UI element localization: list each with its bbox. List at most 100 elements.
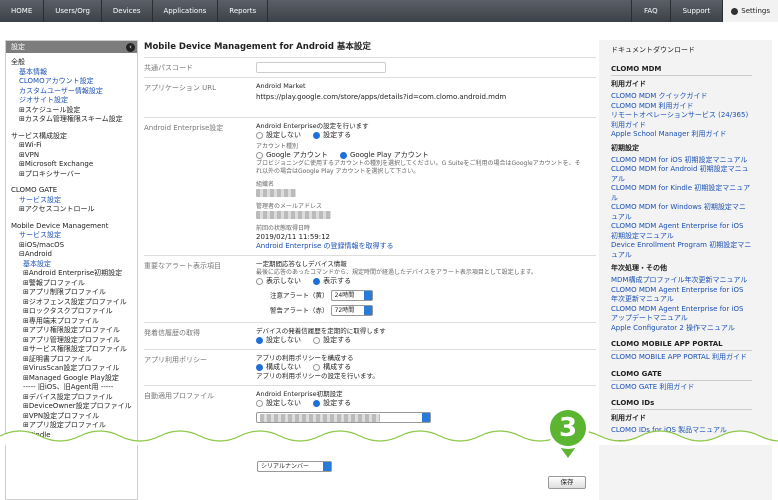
market-url: https://play.google.com/store/apps/detai… — [256, 93, 507, 101]
admin-mail-label: 管理者のメールアドレス — [256, 203, 323, 210]
sidebar-item[interactable]: ⊞サービス権限設定プロファイル — [11, 345, 132, 355]
sidebar-item[interactable]: ⊞ジオフェンス設定プロファイル — [11, 298, 132, 308]
document-link[interactable]: CLOMO MDM for iOS 初期設定マニュアル — [611, 156, 752, 166]
sidebar-item[interactable]: ⊞アプリ管理設定プロファイル — [11, 336, 132, 346]
sidebar-item[interactable]: ⊞デバイス設定プロファイル — [11, 393, 132, 403]
sidebar-item[interactable]: ⊞Managed Google Play設定 — [11, 374, 132, 384]
document-link[interactable]: Apple School Manager 利用ガイド — [611, 130, 752, 140]
sidebar-item[interactable]: ⊟Android — [11, 250, 132, 260]
sidebar-item[interactable]: ⊞VPN — [11, 151, 132, 161]
sidebar-item[interactable]: ⊞アプリ制限プロファイル — [11, 288, 132, 298]
acct-google-label: Google アカウント — [266, 151, 328, 159]
document-link[interactable]: CLOMO MDM Agent Enterprise for iOS 初期設定マ… — [611, 222, 752, 241]
radio-selected-icon — [256, 336, 263, 344]
warn-select[interactable]: 72時間 — [330, 305, 373, 316]
document-link[interactable]: CLOMO MDM Agent Enterprise for iOS アップデー… — [611, 305, 752, 324]
ae-yes-label: 設定する — [323, 131, 352, 139]
sidebar-item[interactable]: ⊞DeviceOwner設定プロファイル — [11, 402, 132, 412]
nav-item-usersorg[interactable]: Users/Org — [44, 0, 102, 22]
acct-play-label: Google Play アカウント — [350, 151, 429, 159]
document-link[interactable]: Device Enrollment Program 初期設定マニュアル — [611, 241, 752, 260]
ae-yes-option[interactable]: 設定する — [313, 131, 351, 140]
document-section-heading: CLOMO GATE — [611, 370, 752, 381]
caution-select[interactable]: 24時間 — [330, 290, 373, 301]
sidebar-item[interactable]: ⊞カスタム管理権限スキーム設定 — [11, 115, 132, 125]
nav-item-applications[interactable]: Applications — [153, 0, 219, 22]
collapse-icon[interactable]: ‹ — [126, 42, 135, 52]
registration-link[interactable]: Android Enterprise の登録情報を取得する — [256, 242, 596, 251]
document-link[interactable]: CLOMO MDM for Android 初期設定マニュアル — [611, 165, 752, 184]
history-yes-option[interactable]: 設定する — [313, 336, 351, 345]
document-link[interactable]: CLOMO MDM Agent Enterprise for iOS 年次更新マ… — [611, 286, 752, 305]
document-section-heading: CLOMO MDM — [611, 65, 752, 76]
ae-row: Android Enterprise設定 Android Enterpriseの… — [144, 117, 596, 255]
sidebar-tree: 全般 基本情報 CLOMOアカウント設定 カスタムユーザー情報設定 ジオサイト設定 ⊞スケ… — [6, 53, 137, 444]
sidebar-item[interactable]: ----- 旧iOS、旧Agent用 ----- — [11, 383, 132, 393]
history-no-option[interactable]: 設定しない — [256, 336, 301, 345]
policy-no-option[interactable]: 構成しない — [256, 363, 301, 372]
sidebar-item[interactable]: ⊞ロックタスクプロファイル — [11, 307, 132, 317]
document-link[interactable]: リモートオペレーションサービス (24/365) 利用ガイド — [611, 111, 752, 130]
history-row: 発着信履歴の取得 デバイスの発着信履歴を定期的に取得します 設定しない 設定する — [144, 322, 596, 349]
document-link[interactable]: Apple Configurator 2 操作マニュアル — [611, 324, 752, 334]
policy-question: アプリの利用ポリシーを構成する — [256, 354, 354, 362]
sidebar-item[interactable]: 基本設定 — [11, 260, 132, 270]
sidebar-item[interactable]: ⊞Wi-Fi — [11, 141, 132, 151]
document-link[interactable]: CLOMO MDM for Windows 初期設定マニュアル — [611, 203, 752, 222]
auto-no-label: 設定しない — [266, 399, 301, 407]
acct-play-option[interactable]: Google Play アカウント — [340, 151, 429, 160]
sidebar-item[interactable]: CLOMOアカウント設定 — [11, 77, 132, 87]
document-section-heading: CLOMO MOBILE APP PORTAL — [611, 340, 752, 351]
serial-select[interactable]: シリアルナンバー — [257, 456, 332, 475]
document-link[interactable]: CLOMO MOBILE APP PORTAL 利用ガイド — [611, 353, 752, 363]
sidebar-item[interactable]: ⊞プロキシサーバー — [11, 170, 132, 180]
alert-no-option[interactable]: 表示しない — [256, 277, 301, 286]
org-value-redacted — [256, 189, 296, 197]
nav-item-home[interactable]: HOME — [0, 0, 45, 22]
sidebar-item[interactable]: サービス設定 — [11, 231, 132, 241]
sidebar-item[interactable]: サービス設定 — [11, 196, 132, 206]
nav-item-reports[interactable]: Reports — [218, 0, 269, 22]
sidebar-item[interactable]: ⊞VirusScan設定プロファイル — [11, 364, 132, 374]
sidebar-item[interactable]: ⊞証明書プロファイル — [11, 355, 132, 365]
document-link[interactable]: CLOMO MDM for Kindle 初期設定マニュアル — [611, 184, 752, 203]
acct-google-option[interactable]: Google アカウント — [256, 151, 328, 160]
policy-label: アプリ利用ポリシー — [144, 356, 207, 364]
save-button[interactable]: 保存 — [548, 476, 586, 489]
document-section-heading: CLOMO IDs — [611, 399, 752, 410]
nav-item-support[interactable]: Support — [669, 0, 723, 22]
auto-yes-option[interactable]: 設定する — [313, 399, 351, 408]
radio-icon — [256, 151, 263, 159]
document-link[interactable]: MDM構成プロファイル年次更新マニュアル — [611, 276, 752, 286]
sidebar-group-title: サービス構成設定 — [11, 131, 67, 140]
passcode-input[interactable] — [256, 62, 386, 73]
sidebar-item[interactable]: ジオサイト設定 — [11, 96, 132, 106]
policy-yes-option[interactable]: 構成する — [313, 363, 351, 372]
nav-item-devices[interactable]: Devices — [102, 0, 153, 22]
sidebar-item[interactable]: ⊞警報プロファイル — [11, 279, 132, 289]
sidebar-item[interactable]: ⊞専用端末プロファイル — [11, 317, 132, 327]
document-list: CLOMO MDM 利用ガイド CLOMO MDM クイックガイド CLOMO MDM… — [611, 65, 752, 460]
sidebar-item[interactable]: ⊞iOS/macOS — [11, 241, 132, 251]
document-link[interactable]: CLOMO MDM クイックガイド — [611, 92, 752, 102]
acct-note: プロビジョニングに使用するアカウントの種別を選択してください。G Suiteをご… — [256, 160, 581, 175]
history-label: 発着信履歴の取得 — [144, 329, 200, 337]
sidebar-item[interactable]: 基本情報 — [11, 68, 132, 78]
sidebar-item[interactable]: ⊞スケジュール設定 — [11, 106, 132, 116]
sidebar-item[interactable]: ⊞アクセスコントロール — [11, 205, 132, 215]
document-link[interactable]: CLOMO GATE 利用ガイド — [611, 383, 752, 393]
alert-yes-option[interactable]: 表示する — [313, 277, 351, 286]
document-link[interactable]: CLOMO MDM 利用ガイド — [611, 102, 752, 112]
sidebar-item[interactable]: ⊞アプリ権限設定プロファイル — [11, 326, 132, 336]
sidebar-title: 設定 — [11, 43, 25, 51]
sidebar-item[interactable]: カスタムユーザー情報設定 — [11, 87, 132, 97]
sidebar-item[interactable]: ⊞Microsoft Exchange — [11, 160, 132, 170]
auto-no-option[interactable]: 設定しない — [256, 399, 301, 408]
nav-item-faq[interactable]: FAQ — [631, 0, 670, 22]
settings-sidebar: 設定 ‹ 全般 基本情報 CLOMOアカウント設定 カスタムユーザー情報設定 ジオサイト設… — [5, 40, 138, 445]
document-download-panel: ドキュメントダウンロード CLOMO MDM 利用ガイド CLOMO MDM クイッ… — [599, 40, 772, 460]
ae-no-option[interactable]: 設定しない — [256, 131, 301, 140]
sidebar-item[interactable]: ⊞Android Enterprise初期設定 — [11, 269, 132, 279]
settings-tab[interactable]: Settings — [722, 0, 778, 22]
policy-note: アプリの利用ポリシーの設定を行います。 — [256, 372, 379, 380]
